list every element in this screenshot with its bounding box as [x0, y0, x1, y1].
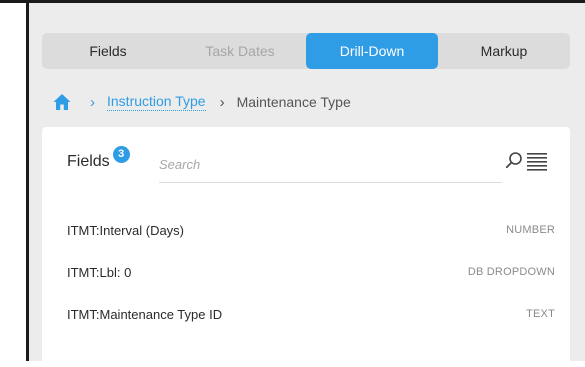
list-item[interactable]: ITMT:Maintenance Type ID TEXT	[67, 293, 555, 335]
fields-header: Fields 3	[67, 145, 130, 171]
tab-fields[interactable]: Fields	[42, 33, 174, 69]
field-type: NUMBER	[506, 224, 555, 236]
breadcrumb: › Instruction Type › Maintenance Type	[52, 89, 351, 115]
tab-drill-down[interactable]: Drill-Down	[306, 33, 438, 69]
breadcrumb-instruction-type[interactable]: Instruction Type	[107, 93, 206, 111]
field-name: ITMT:Interval (Days)	[67, 222, 185, 238]
tab-bar: Fields Task Dates Drill-Down Markup	[42, 33, 570, 69]
field-type: TEXT	[526, 308, 555, 320]
chevron-right-icon: ›	[219, 93, 225, 111]
fields-list: ITMT:Interval (Days) NUMBER ITMT:Lbl: 0 …	[67, 209, 555, 335]
app-frame: Fields Task Dates Drill-Down Markup › In…	[0, 0, 585, 367]
list-item[interactable]: ITMT:Lbl: 0 DB DROPDOWN	[67, 251, 555, 293]
search-input[interactable]	[159, 147, 502, 183]
breadcrumb-maintenance-type: Maintenance Type	[236, 94, 351, 110]
list-item[interactable]: ITMT:Interval (Days) NUMBER	[67, 209, 555, 251]
field-name: ITMT:Maintenance Type ID	[67, 306, 223, 322]
fields-card: Fields 3 Search ITMT:Interval (Days) NUM…	[42, 127, 570, 367]
chevron-right-icon: ›	[90, 93, 95, 111]
tab-task-dates[interactable]: Task Dates	[174, 33, 306, 69]
fields-title: Fields	[67, 153, 110, 170]
drill-down-panel: Fields Task Dates Drill-Down Markup › In…	[29, 3, 585, 367]
field-name: ITMT:Lbl: 0	[67, 264, 132, 280]
tab-markup[interactable]: Markup	[438, 33, 570, 69]
search-icon[interactable]	[505, 151, 523, 169]
list-icon[interactable]	[526, 151, 548, 171]
home-icon[interactable]	[52, 92, 72, 112]
field-type: DB DROPDOWN	[467, 266, 555, 278]
fields-count-badge: 3	[112, 145, 130, 163]
